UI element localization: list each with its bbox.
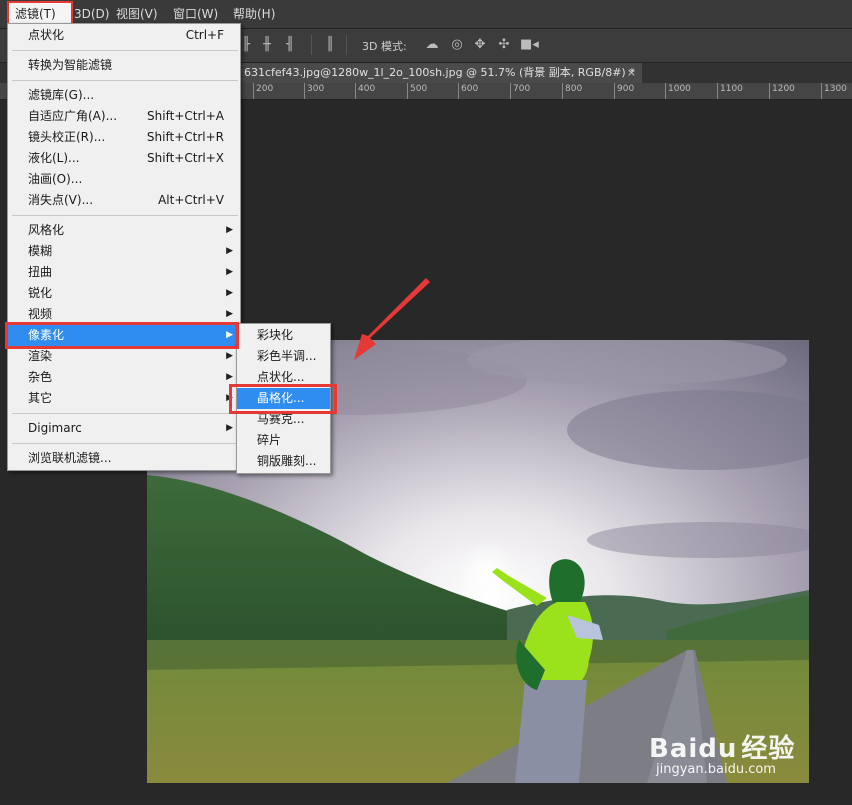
ruler-tick: 700	[510, 83, 530, 99]
menu-item-noise[interactable]: 杂色 ▶	[8, 367, 240, 388]
menu-item-adaptive-wide-angle[interactable]: 自适应广角(A)... Shift+Ctrl+A	[8, 106, 240, 127]
close-tab-icon[interactable]: ×	[627, 63, 636, 83]
3d-roll-icon[interactable]: ◎	[449, 37, 465, 53]
menu-separator	[12, 215, 238, 216]
submenu-arrow-icon: ▶	[226, 246, 233, 256]
menu-item-digimarc[interactable]: Digimarc ▶	[8, 418, 240, 439]
menu-item-stylize[interactable]: 风格化 ▶	[8, 220, 240, 241]
ruler-tick: 600	[458, 83, 478, 99]
align-right-icon[interactable]: ╢	[282, 37, 298, 53]
ruler-tick: 800	[562, 83, 582, 99]
menu-separator	[12, 80, 238, 81]
pixelate-submenu: 彩块化 彩色半调... 点状化... 晶格化... 马赛克... 碎片 铜版雕刻…	[236, 323, 331, 474]
ruler-tick: 1200	[769, 83, 795, 99]
submenu-arrow-icon: ▶	[226, 330, 233, 340]
align-hcenter-icon[interactable]: ╫	[259, 37, 275, 53]
watermark-du: du	[698, 734, 738, 764]
submenu-item-pointillize[interactable]: 点状化...	[237, 367, 330, 388]
menu-item-vanishing-point[interactable]: 消失点(V)... Alt+Ctrl+V	[8, 190, 240, 211]
menu-item-oil-paint[interactable]: 油画(O)...	[8, 169, 240, 190]
annotation-arrow-icon	[354, 278, 430, 360]
ruler-tick: 500	[407, 83, 427, 99]
ruler-tick: 200	[253, 83, 273, 99]
3d-rotate-icon[interactable]: ☁	[424, 37, 440, 53]
menu-item-last-filter[interactable]: 点状化 Ctrl+F	[8, 25, 240, 46]
options-divider	[346, 35, 347, 55]
submenu-arrow-icon: ▶	[226, 372, 233, 382]
baidu-watermark: Baidu 经验 jingyan.baidu.com	[649, 728, 796, 777]
3d-mode-label: 3D 模式:	[362, 40, 407, 53]
watermark-url: jingyan.baidu.com	[656, 762, 776, 777]
submenu-arrow-icon: ▶	[226, 288, 233, 298]
submenu-item-fragment[interactable]: 碎片	[237, 430, 330, 451]
ruler-tick: 400	[355, 83, 375, 99]
ruler-tick: 300	[304, 83, 324, 99]
submenu-item-crystallize[interactable]: 晶格化...	[237, 388, 330, 409]
menu-item-render[interactable]: 渲染 ▶	[8, 346, 240, 367]
submenu-item-mosaic[interactable]: 马赛克...	[237, 409, 330, 430]
menu-item-other[interactable]: 其它 ▶	[8, 388, 240, 409]
distribute-icon[interactable]: ║	[322, 37, 338, 53]
menu-item-distort[interactable]: 扭曲 ▶	[8, 262, 240, 283]
ruler-tick: 1000	[665, 83, 691, 99]
document-tab[interactable]: 631cfef43.jpg@1280w_1l_2o_100sh.jpg @ 51…	[240, 63, 642, 83]
document-tab-title: 631cfef43.jpg@1280w_1l_2o_100sh.jpg @ 51…	[244, 66, 635, 79]
submenu-arrow-icon: ▶	[226, 267, 233, 277]
menu-item-video[interactable]: 视频 ▶	[8, 304, 240, 325]
submenu-arrow-icon: ▶	[226, 423, 233, 433]
ruler-tick: 1300	[821, 83, 847, 99]
menu-item-blur[interactable]: 模糊 ▶	[8, 241, 240, 262]
submenu-item-mezzotint[interactable]: 铜版雕刻...	[237, 451, 330, 472]
filter-menu: 点状化 Ctrl+F 转换为智能滤镜 滤镜库(G)... 自适应广角(A)... S…	[7, 23, 241, 471]
submenu-arrow-icon: ▶	[226, 309, 233, 319]
menu-separator	[12, 50, 238, 51]
submenu-arrow-icon: ▶	[226, 393, 233, 403]
submenu-arrow-icon: ▶	[226, 225, 233, 235]
watermark-jingyan: 经验	[741, 734, 796, 764]
menu-item-browse-online-filters[interactable]: 浏览联机滤镜...	[8, 448, 240, 469]
submenu-arrow-icon: ▶	[226, 351, 233, 361]
menu-separator	[12, 443, 238, 444]
menu-item-pixelate[interactable]: 像素化 ▶	[8, 325, 240, 346]
submenu-item-facet[interactable]: 彩块化	[237, 325, 330, 346]
submenu-item-color-halftone[interactable]: 彩色半调...	[237, 346, 330, 367]
ruler-tick: 900	[614, 83, 634, 99]
3d-pan-icon[interactable]: ✥	[472, 37, 488, 53]
watermark-bai: Bai	[649, 734, 699, 764]
menu-separator	[12, 413, 238, 414]
menu-item-convert-smart-filter[interactable]: 转换为智能滤镜	[8, 55, 240, 76]
menu-item-lens-correction[interactable]: 镜头校正(R)... Shift+Ctrl+R	[8, 127, 240, 148]
3d-scale-icon[interactable]: ■◂	[520, 37, 539, 53]
menu-item-liquify[interactable]: 液化(L)... Shift+Ctrl+X	[8, 148, 240, 169]
ruler-tick: 1100	[717, 83, 743, 99]
options-divider	[311, 35, 312, 55]
menu-item-filter-gallery[interactable]: 滤镜库(G)...	[8, 85, 240, 106]
menu-item-sharpen[interactable]: 锐化 ▶	[8, 283, 240, 304]
3d-slide-icon[interactable]: ✣	[496, 37, 512, 53]
